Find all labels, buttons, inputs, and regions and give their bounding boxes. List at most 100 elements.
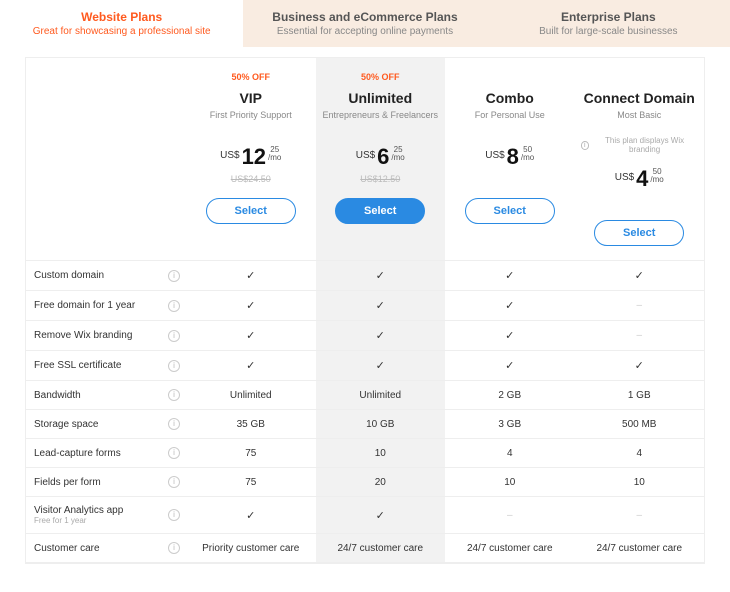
feature-label-text: Custom domain [34,270,104,281]
select-button-vip[interactable]: Select [206,198,296,224]
plan-note: iThis plan displays Wix branding [581,136,699,154]
feature-label: Lead-capture formsi [26,439,186,468]
plan-header-vip: 50% OFF VIP First Priority Support US$1225/… [186,58,316,261]
feature-value-text: ✓ [246,299,255,312]
feature-label: Custom domain i [26,261,186,291]
price-period: /mo [268,154,281,162]
corner-cell [26,58,186,261]
feature-label-text: Free domain for 1 year [34,300,135,311]
feature-value-text: ✓ [505,359,514,372]
feature-value-text: 10 [634,477,645,488]
price-minor: 25/mo [391,146,404,162]
price-minor: 25/mo [268,146,281,162]
feature-value: 24/7 customer care [445,534,575,563]
discount-badge: 50% OFF [231,72,270,84]
info-icon[interactable]: i [168,389,180,401]
info-icon[interactable]: i [168,476,180,488]
price: US$625/mo [356,146,405,168]
feature-value-text: – [636,510,642,521]
price: US$1225/mo [220,146,281,168]
info-icon[interactable]: i [168,330,180,342]
feature-value: ✓ [575,261,705,291]
feature-value: ✓ [186,497,316,534]
feature-value-text: ✓ [246,509,255,522]
feature-value: 75 [186,439,316,468]
feature-value: 10 GB [316,410,446,439]
tab-title: Business and eCommerce Plans [251,10,478,24]
feature-value: – [445,497,575,534]
feature-value: 10 [445,468,575,497]
info-icon[interactable]: i [168,300,180,312]
feature-value: 20 [316,468,446,497]
tab-subtitle: Essential for accepting online payments [251,26,478,37]
feature-value-text: 75 [245,477,256,488]
feature-value: 3 GB [445,410,575,439]
tab-subtitle: Great for showcasing a professional site [8,26,235,37]
currency-label: US$ [356,150,375,161]
feature-value-text: 24/7 customer care [596,543,682,554]
feature-label-text: Bandwidth [34,390,81,401]
currency-label: US$ [220,150,239,161]
feature-value-text: ✓ [376,269,385,282]
select-button-unlimited[interactable]: Select [335,198,425,224]
info-icon[interactable]: i [168,270,180,282]
plan-header-combo: ComboFor Personal UseUS$850/moSelect [445,58,575,261]
feature-value: ✓ [445,321,575,351]
feature-value: ✓ [316,351,446,381]
feature-value: ✓ [445,351,575,381]
feature-value: ✓ [186,291,316,321]
tab-0[interactable]: Website Plans Great for showcasing a prof… [0,0,243,47]
feature-value-text: 1 GB [628,390,651,401]
feature-value-text: ✓ [246,359,255,372]
info-icon[interactable]: i [168,509,180,521]
feature-value-text: 500 MB [622,419,656,430]
info-icon[interactable]: i [168,542,180,554]
feature-value-text: 20 [375,477,386,488]
select-button-connect[interactable]: Select [594,220,684,246]
price-major: 8 [507,146,519,168]
info-icon[interactable]: i [168,447,180,459]
pricing-table-wrapper: 50% OFF VIP First Priority Support US$1225/… [0,47,730,574]
price-minor: 50/mo [521,146,534,162]
plan-name: VIP [239,90,262,106]
info-icon: i [581,141,590,150]
feature-label-text: Customer care [34,543,100,554]
feature-label: Visitor Analytics appFree for 1 yeari [26,497,186,534]
feature-label-text: Remove Wix branding [34,330,132,341]
currency-label: US$ [615,172,634,183]
feature-label: Remove Wix branding i [26,321,186,351]
feature-value-text: ✓ [505,269,514,282]
tab-1[interactable]: Business and eCommerce Plans Essential fo… [243,0,486,47]
feature-value: 24/7 customer care [575,534,705,563]
feature-value: 2 GB [445,381,575,410]
feature-value: ✓ [445,291,575,321]
plan-subtitle: First Priority Support [210,110,292,132]
price: US$450/mo [615,168,664,190]
tab-2[interactable]: Enterprise PlansBuilt for large-scale bu… [487,0,730,47]
feature-value-text: – [507,510,513,521]
info-icon[interactable]: i [168,360,180,372]
select-button-combo[interactable]: Select [465,198,555,224]
feature-value: 1 GB [575,381,705,410]
feature-value: ✓ [316,321,446,351]
tab-title: Website Plans [8,10,235,24]
feature-label-text: Free SSL certificate [34,360,121,371]
discount-badge: 50% OFF [361,72,400,84]
feature-value-text: ✓ [376,329,385,342]
plan-subtitle: Most Basic [617,110,661,132]
feature-value-text: 10 [375,448,386,459]
price-period: /mo [391,154,404,162]
feature-value-text: Unlimited [359,390,401,401]
feature-value: 24/7 customer care [316,534,446,563]
feature-value-text: 24/7 customer care [337,543,423,554]
feature-value: ✓ [316,497,446,534]
feature-label: Free SSL certificate i [26,351,186,381]
feature-value: – [575,497,705,534]
currency-label: US$ [485,150,504,161]
feature-value: 500 MB [575,410,705,439]
info-icon[interactable]: i [168,418,180,430]
plan-header-connect: Connect DomainMost BasiciThis plan displ… [575,58,705,261]
feature-value: – [575,321,705,351]
feature-value-text: ✓ [376,359,385,372]
plan-note-text: This plan displays Wix branding [591,136,698,154]
